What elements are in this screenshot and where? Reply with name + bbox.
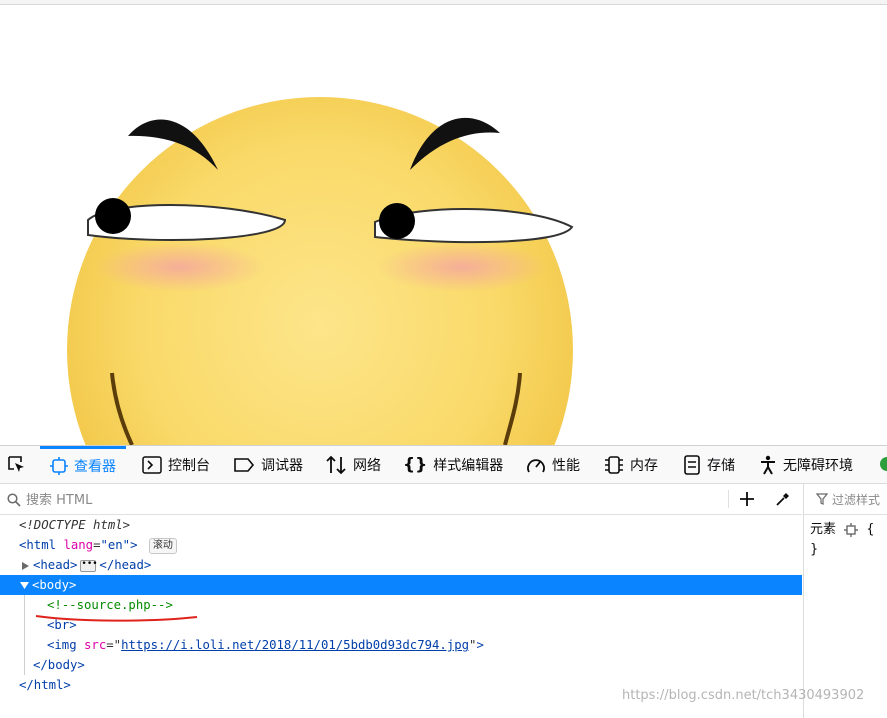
body-close-tag: </body> — [33, 658, 85, 672]
br-tag: <br> — [47, 618, 77, 632]
html-lang-value: "en" — [100, 538, 131, 552]
tab-style-editor[interactable]: {} 样式编辑器 — [403, 446, 503, 483]
html-close-node[interactable]: </html> — [19, 675, 71, 695]
html-lang-attr: lang — [63, 538, 94, 552]
debugger-icon — [234, 457, 255, 472]
comment-text: <!--source.php--> — [47, 598, 173, 612]
add-node-button[interactable] — [736, 488, 758, 510]
img-open-tag: <img — [47, 638, 77, 652]
eyedropper-button[interactable] — [772, 488, 794, 510]
element-rule: 元素 { } — [810, 520, 875, 560]
collapse-arrow-icon[interactable] — [19, 581, 30, 590]
filter-styles-bar[interactable]: 过滤样式 — [804, 484, 887, 515]
doctype-text: <!DOCTYPE html> — [19, 518, 131, 532]
collapsed-ellipsis-button[interactable]: ••• — [80, 559, 98, 572]
tab-style-editor-label: 样式编辑器 — [433, 457, 504, 474]
head-node[interactable]: <head> ••• </head> — [21, 555, 151, 575]
tab-storage[interactable]: 存储 — [683, 446, 735, 483]
tab-inspector[interactable]: 查看器 — [40, 446, 126, 483]
emoji-face-image — [67, 97, 574, 445]
rule-close-brace: } — [810, 542, 819, 557]
element-picker-icon — [8, 456, 24, 472]
memory-icon — [605, 455, 623, 474]
tab-debugger-label: 调试器 — [261, 457, 303, 474]
tab-network-label: 网络 — [353, 457, 381, 474]
tab-network[interactable]: 网络 — [325, 446, 381, 483]
devtools-panel: 查看器 控制台 调试器 网络 {} 样式编辑器 性能 内存 存储 无障碍环境 搜… — [0, 445, 887, 718]
watermark: https://blog.csdn.net/tch3430493902 — [622, 688, 865, 703]
comment-node[interactable]: <!--source.php--> — [47, 595, 173, 615]
style-editor-icon: {} — [403, 454, 428, 475]
indent-guide — [24, 595, 25, 675]
tab-memory-label: 内存 — [630, 457, 658, 474]
element-picker-button[interactable] — [6, 454, 26, 478]
element-rule-label: 元素 — [810, 522, 837, 537]
tab-accessibility-label: 无障碍环境 — [783, 457, 853, 474]
plus-icon — [740, 492, 754, 506]
tab-debugger[interactable]: 调试器 — [233, 446, 303, 483]
eyedropper-icon — [776, 493, 789, 506]
html-open-tag: <html — [19, 538, 57, 552]
storage-icon — [684, 454, 700, 475]
tab-inspector-label: 查看器 — [74, 459, 116, 475]
head-close-tag: </head> — [99, 558, 152, 572]
img-src-attr: src — [84, 638, 107, 652]
br-node[interactable]: <br> — [47, 615, 77, 635]
html-close-tag: </html> — [19, 678, 71, 692]
tab-accessibility[interactable]: 无障碍环境 — [759, 446, 853, 483]
tab-memory[interactable]: 内存 — [604, 446, 658, 483]
search-bar — [0, 484, 802, 515]
expand-arrow-icon[interactable] — [21, 561, 30, 571]
body-open-tag: <body> — [32, 578, 77, 592]
tab-performance[interactable]: 性能 — [526, 446, 580, 483]
console-icon — [142, 455, 162, 474]
img-close-bracket: > — [476, 638, 484, 652]
toolbar-separator — [728, 490, 729, 508]
filter-icon — [816, 493, 828, 505]
extension-tab-icon[interactable] — [880, 457, 887, 471]
doctype-node[interactable]: <!DOCTYPE html> — [19, 515, 130, 535]
search-icon — [7, 493, 21, 507]
page-viewport — [0, 5, 887, 445]
img-src-link[interactable]: https://i.loli.net/2018/11/01/5bdb0d93dc… — [121, 638, 469, 652]
node-highlight-icon[interactable] — [844, 522, 859, 537]
html-node[interactable]: <html lang="en"> 滚动 — [19, 535, 177, 555]
rules-sidebar: 过滤样式 元素 { } — [803, 484, 887, 718]
network-icon — [326, 455, 346, 474]
body-node-selected[interactable]: <body> — [0, 575, 802, 595]
scroll-badge[interactable]: 滚动 — [148, 537, 177, 554]
inspector-icon — [50, 457, 68, 475]
body-close-node[interactable]: </body> — [33, 655, 85, 675]
tab-console[interactable]: 控制台 — [142, 446, 210, 483]
performance-icon — [527, 458, 545, 472]
search-html-input[interactable] — [24, 489, 718, 511]
html-open-close-bracket: > — [130, 538, 138, 552]
tab-storage-label: 存储 — [707, 457, 735, 474]
head-open-tag: <head> — [33, 558, 78, 572]
tab-performance-label: 性能 — [552, 457, 580, 474]
img-node[interactable]: <img src="https://i.loli.net/2018/11/01/… — [47, 635, 484, 655]
devtools-toolbar: 查看器 控制台 调试器 网络 {} 样式编辑器 性能 内存 存储 无障碍环境 — [0, 446, 887, 484]
rule-open-brace: { — [866, 522, 875, 537]
filter-styles-placeholder: 过滤样式 — [832, 492, 881, 507]
tab-console-label: 控制台 — [168, 457, 210, 474]
accessibility-icon — [761, 455, 775, 474]
